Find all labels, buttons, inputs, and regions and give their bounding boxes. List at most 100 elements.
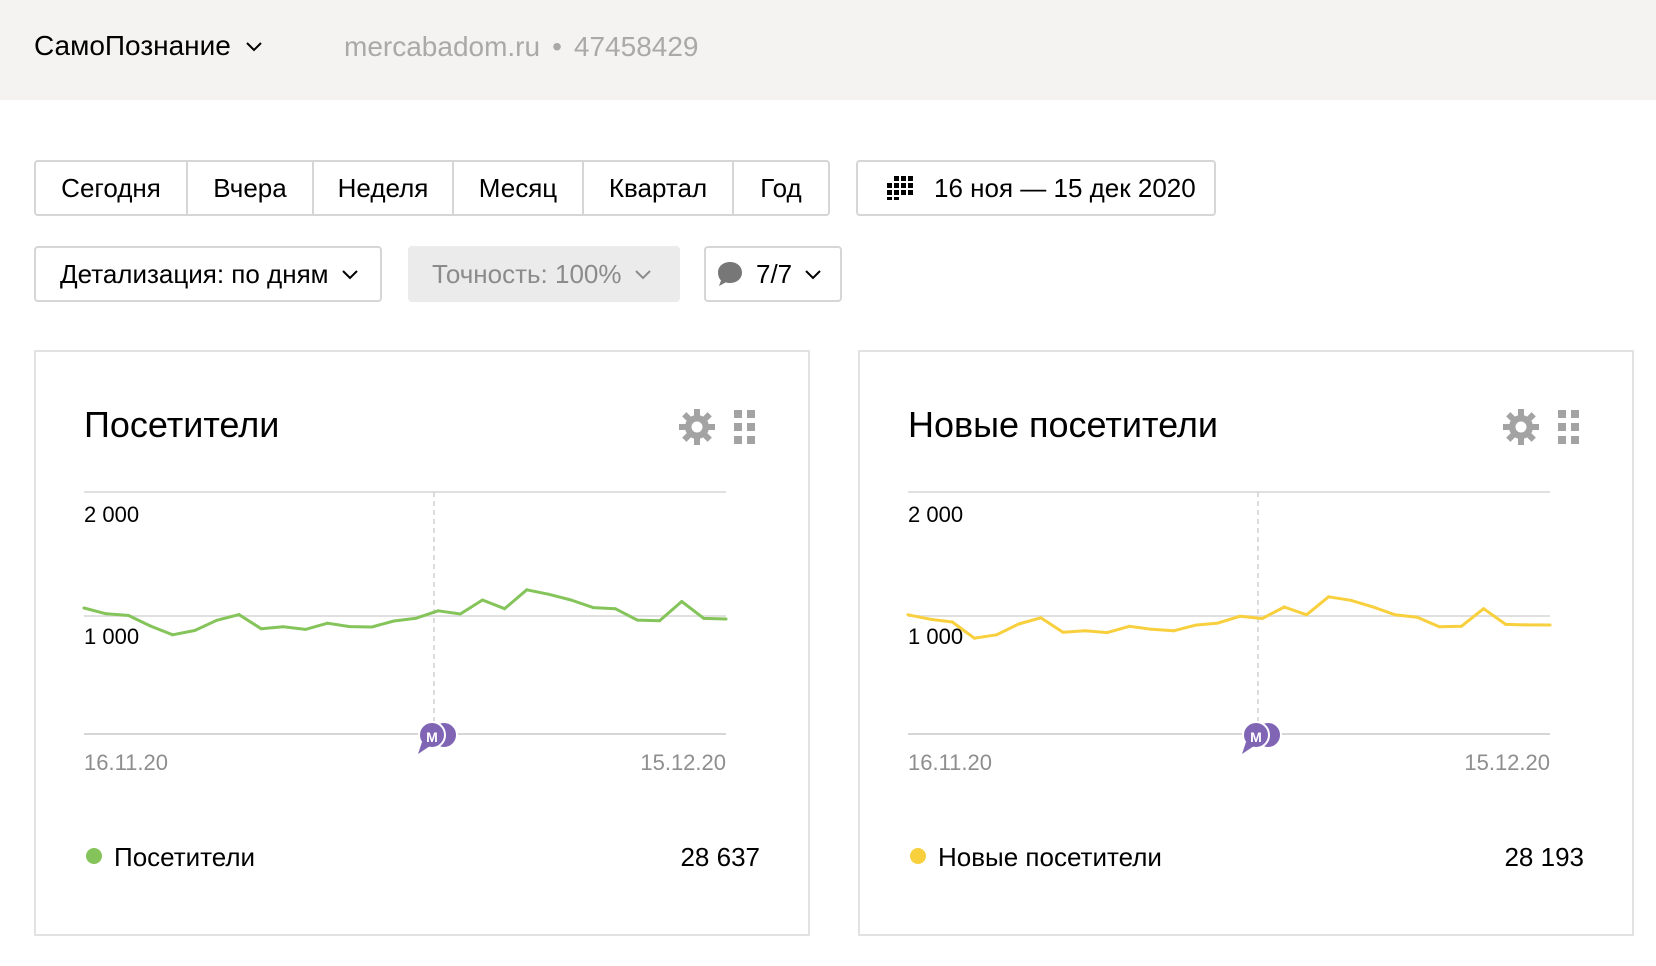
- period-yesterday-button[interactable]: Вчера: [188, 162, 314, 214]
- y-tick-label: 2 000: [84, 502, 139, 527]
- data-point: [326, 621, 329, 625]
- chevron-down-icon: [634, 270, 651, 280]
- legend-label: Посетители: [114, 842, 256, 872]
- counter-id: 47458429: [573, 31, 699, 62]
- data-point: [1305, 613, 1308, 617]
- y-tick-label: 1 000: [84, 624, 139, 649]
- data-point: [928, 617, 932, 621]
- widget-title: Посетители: [84, 404, 280, 445]
- data-point: [1437, 625, 1441, 629]
- data-point: [281, 625, 285, 629]
- data-point: [1194, 623, 1198, 627]
- data-point: [680, 600, 684, 603]
- data-point: [1504, 622, 1508, 626]
- drag-handle-icon[interactable]: [734, 410, 756, 444]
- data-point: [1393, 613, 1397, 617]
- note-marker-letter: М: [426, 729, 438, 745]
- date-range-label: 16 ноя — 15 дек 2020: [934, 172, 1196, 203]
- meta-separator: •: [552, 31, 562, 62]
- new-visitors-widget: 2 000 1 000 М 16.11.20 15.12.20 Новые посети…: [858, 350, 1634, 936]
- y-tick-label: 1 000: [908, 624, 963, 649]
- data-point: [126, 613, 130, 617]
- chevron-down-icon: [341, 270, 358, 280]
- data-point: [950, 620, 954, 624]
- site-selector[interactable]: СамоПознание: [34, 30, 265, 62]
- legend-label: Новые посетители: [938, 842, 1162, 872]
- data-point: [259, 627, 263, 631]
- data-point: [1172, 629, 1176, 633]
- data-point: [414, 616, 418, 620]
- period-month-button[interactable]: Месяц: [454, 162, 584, 214]
- data-point: [995, 633, 999, 637]
- data-point: [1327, 595, 1331, 599]
- chevron-down-icon: [805, 270, 821, 280]
- top-bar: СамоПознание mercabadom.ru • 47458429: [0, 0, 1656, 100]
- data-point: [1260, 617, 1264, 620]
- detail-label: Детализация: по дням: [60, 258, 329, 289]
- data-point: [1371, 605, 1375, 609]
- widget-title: Новые посетители: [908, 404, 1219, 445]
- note-marker-icon[interactable]: М: [1242, 721, 1282, 754]
- period-quarter-button[interactable]: Квартал: [584, 162, 734, 214]
- data-point: [702, 616, 706, 620]
- accuracy-dropdown[interactable]: Точность: 100%: [408, 246, 680, 302]
- x-tick-label: 15.12.20: [1464, 750, 1550, 775]
- site-domain: mercabadom.ru: [344, 31, 541, 62]
- data-point: [1061, 630, 1065, 634]
- note-marker-letter: М: [1250, 729, 1262, 745]
- period-year-button[interactable]: Год: [734, 162, 828, 214]
- data-point: [1349, 598, 1353, 602]
- data-point: [613, 607, 617, 611]
- series-line: [83, 588, 727, 637]
- data-point: [348, 625, 352, 629]
- data-point: [1526, 623, 1530, 627]
- legend-dot-visitors: [86, 848, 102, 864]
- data-point: [104, 612, 108, 616]
- data-point: [906, 613, 910, 617]
- data-point: [503, 607, 507, 611]
- x-tick-label: 16.11.20: [84, 750, 168, 775]
- data-point: [481, 598, 484, 602]
- period-today-button[interactable]: Сегодня: [36, 162, 188, 214]
- note-marker-icon[interactable]: М: [418, 721, 458, 754]
- chevron-down-icon: [246, 42, 262, 52]
- data-point: [547, 592, 551, 596]
- data-point: [303, 627, 307, 631]
- data-point: [392, 619, 396, 623]
- data-point: [724, 617, 728, 621]
- x-tick-label: 16.11.20: [908, 750, 992, 775]
- data-point: [215, 618, 219, 622]
- data-point: [171, 633, 175, 637]
- notes-dropdown[interactable]: 7/7: [704, 246, 842, 302]
- series-line: [907, 595, 1551, 640]
- data-point: [1105, 631, 1109, 635]
- legend-total: 28 637: [680, 842, 760, 872]
- data-point: [569, 598, 573, 602]
- data-point: [972, 636, 976, 640]
- data-point: [1548, 623, 1552, 627]
- data-point: [1216, 621, 1220, 625]
- calendar-icon: [887, 176, 913, 200]
- data-point: [458, 612, 462, 616]
- data-point: [370, 625, 374, 629]
- date-range-button[interactable]: 16 ноя — 15 дек 2020: [856, 160, 1216, 216]
- accuracy-label: Точность: 100%: [432, 258, 622, 289]
- data-point: [1083, 629, 1087, 633]
- data-point: [193, 629, 197, 632]
- y-tick-label: 2 000: [908, 502, 963, 527]
- period-week-button[interactable]: Неделя: [314, 162, 454, 214]
- drag-handle-icon[interactable]: [1558, 410, 1580, 444]
- site-meta: mercabadom.ru • 47458429: [344, 31, 698, 63]
- detail-dropdown[interactable]: Детализация: по дням: [34, 246, 382, 302]
- data-point: [1039, 616, 1043, 620]
- gear-icon[interactable]: [678, 408, 716, 446]
- notes-count: 7/7: [756, 258, 793, 289]
- gear-icon[interactable]: [1502, 408, 1540, 446]
- data-point: [1459, 624, 1463, 628]
- period-selector: Сегодня Вчера Неделя Месяц Квартал Год: [34, 160, 830, 216]
- comment-icon: [718, 262, 742, 286]
- data-point: [1415, 615, 1419, 619]
- data-point: [1482, 607, 1486, 611]
- data-point: [658, 619, 662, 623]
- data-point: [436, 609, 440, 613]
